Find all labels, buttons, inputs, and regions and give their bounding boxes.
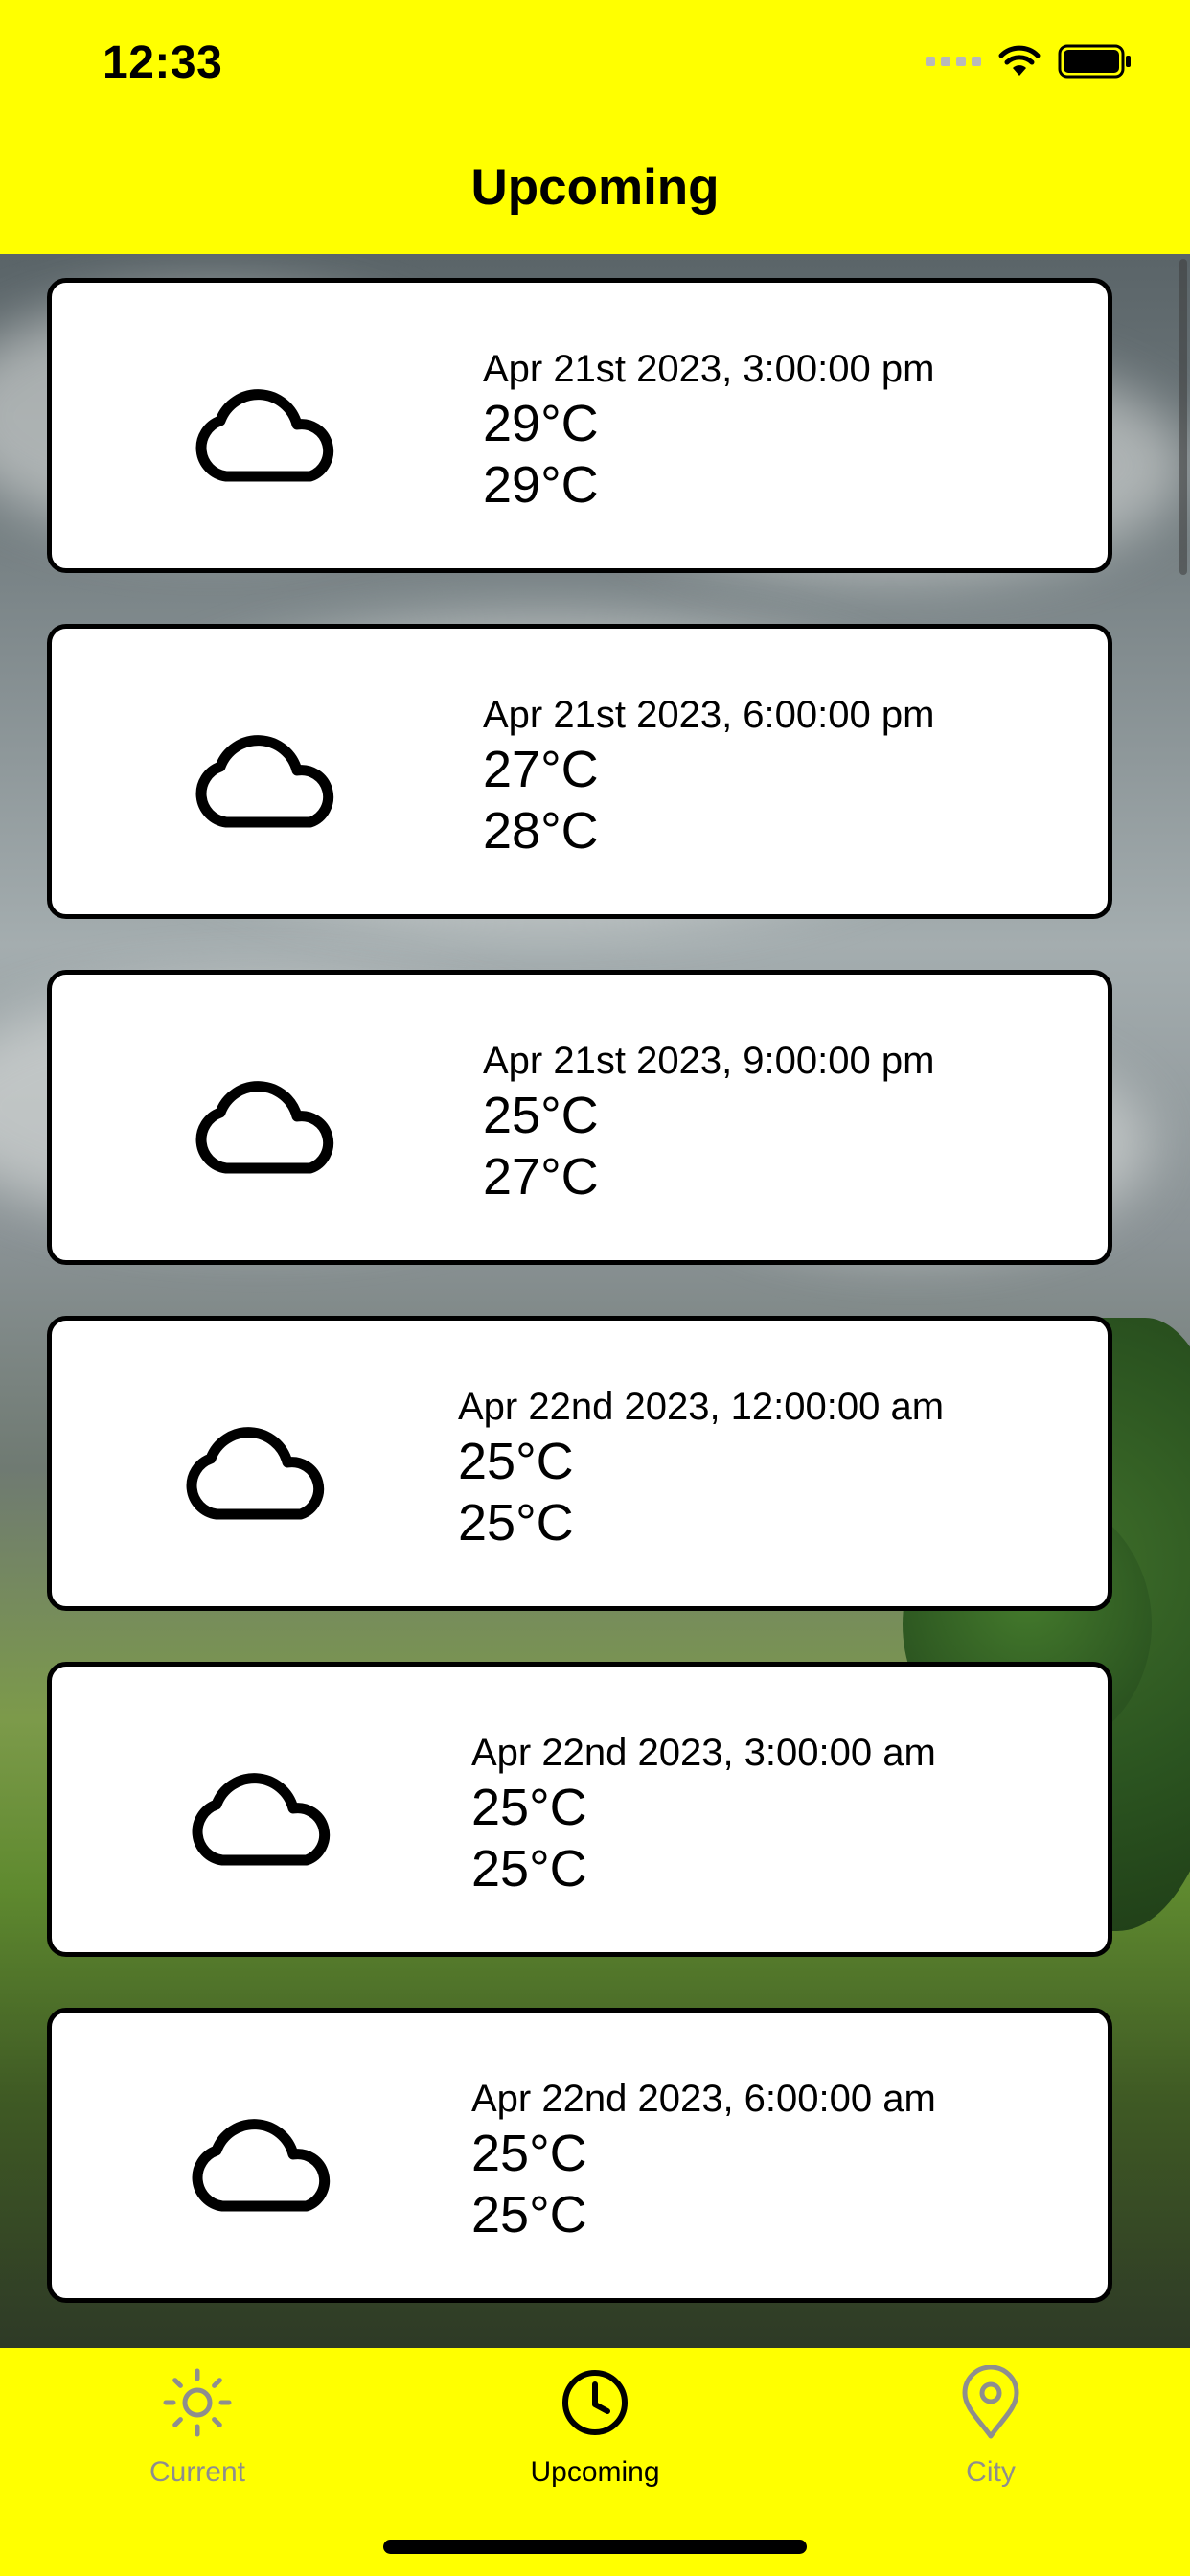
tab-label: Current: [149, 2456, 246, 2488]
forecast-details: Apr 22nd 2023, 12:00:00 am 25°C 25°C: [458, 1383, 944, 1553]
status-time: 12:33: [103, 37, 223, 88]
tab-upcoming[interactable]: Upcoming: [451, 2365, 739, 2509]
forecast-datetime: Apr 22nd 2023, 6:00:00 am: [471, 2078, 936, 2120]
forecast-temp-2: 25°C: [471, 2186, 587, 2243]
forecast-datetime: Apr 22nd 2023, 3:00:00 am: [471, 1732, 936, 1774]
cloud-icon: [195, 1081, 334, 1174]
forecast-datetime: Apr 22nd 2023, 12:00:00 am: [458, 1386, 945, 1428]
tab-current[interactable]: Current: [54, 2365, 341, 2509]
scrollbar[interactable]: [1179, 259, 1187, 575]
tab-label: Upcoming: [530, 2456, 660, 2488]
forecast-details: Apr 21st 2023, 6:00:00 pm 27°C 28°C: [483, 691, 934, 862]
status-icons: [926, 44, 1133, 79]
tab-bar: Current Upcoming City: [0, 2348, 1190, 2576]
forecast-card[interactable]: Apr 22nd 2023, 12:00:00 am 25°C 25°C: [47, 1316, 1112, 1611]
sun-icon: [163, 2368, 232, 2437]
forecast-temp-2: 25°C: [471, 1840, 587, 1898]
wifi-icon: [998, 45, 1041, 76]
forecast-card[interactable]: Apr 22nd 2023, 6:00:00 am 25°C 25°C: [47, 2008, 1112, 2303]
header: 12:33 Upcoming: [0, 0, 1190, 254]
forecast-details: Apr 21st 2023, 3:00:00 pm 29°C 29°C: [483, 345, 934, 516]
forecast-details: Apr 21st 2023, 9:00:00 pm 25°C 27°C: [483, 1037, 934, 1208]
forecast-temp-1: 29°C: [483, 395, 599, 452]
forecast-details: Apr 22nd 2023, 3:00:00 am 25°C 25°C: [471, 1729, 936, 1899]
location-pin-icon: [962, 2365, 1019, 2439]
home-indicator[interactable]: [383, 2540, 807, 2554]
forecast-temp-1: 25°C: [471, 2125, 587, 2182]
forecast-temp-2: 25°C: [458, 1494, 574, 1552]
forecast-temp-1: 25°C: [471, 1779, 587, 1836]
forecast-temp-1: 27°C: [483, 741, 599, 798]
forecast-temp-1: 25°C: [483, 1087, 599, 1144]
forecast-datetime: Apr 21st 2023, 9:00:00 pm: [483, 1040, 935, 1082]
forecast-details: Apr 22nd 2023, 6:00:00 am 25°C 25°C: [471, 2075, 936, 2245]
cloud-icon: [192, 1773, 331, 1866]
page-title: Upcoming: [470, 159, 720, 216]
tab-label: City: [966, 2456, 1016, 2488]
battery-icon: [1058, 44, 1131, 79]
forecast-card[interactable]: Apr 22nd 2023, 3:00:00 am 25°C 25°C: [47, 1662, 1112, 1957]
cloud-icon: [192, 2119, 331, 2212]
cloud-icon: [195, 735, 334, 828]
forecast-card[interactable]: Apr 21st 2023, 6:00:00 pm 27°C 28°C: [47, 624, 1112, 919]
forecast-temp-2: 27°C: [483, 1148, 599, 1206]
forecast-datetime: Apr 21st 2023, 6:00:00 pm: [483, 694, 935, 736]
forecast-temp-2: 28°C: [483, 802, 599, 860]
forecast-card[interactable]: Apr 21st 2023, 3:00:00 pm 29°C 29°C: [47, 278, 1112, 573]
forecast-temp-1: 25°C: [458, 1433, 574, 1490]
cloud-icon: [195, 389, 334, 482]
forecast-card[interactable]: Apr 21st 2023, 9:00:00 pm 25°C 27°C: [47, 970, 1112, 1265]
tab-city[interactable]: City: [847, 2365, 1134, 2509]
cellular-signal-icon: [926, 57, 981, 66]
forecast-datetime: Apr 21st 2023, 3:00:00 pm: [483, 348, 935, 390]
forecast-temp-2: 29°C: [483, 456, 599, 514]
cloud-icon: [186, 1427, 325, 1520]
clock-icon: [562, 2370, 628, 2435]
